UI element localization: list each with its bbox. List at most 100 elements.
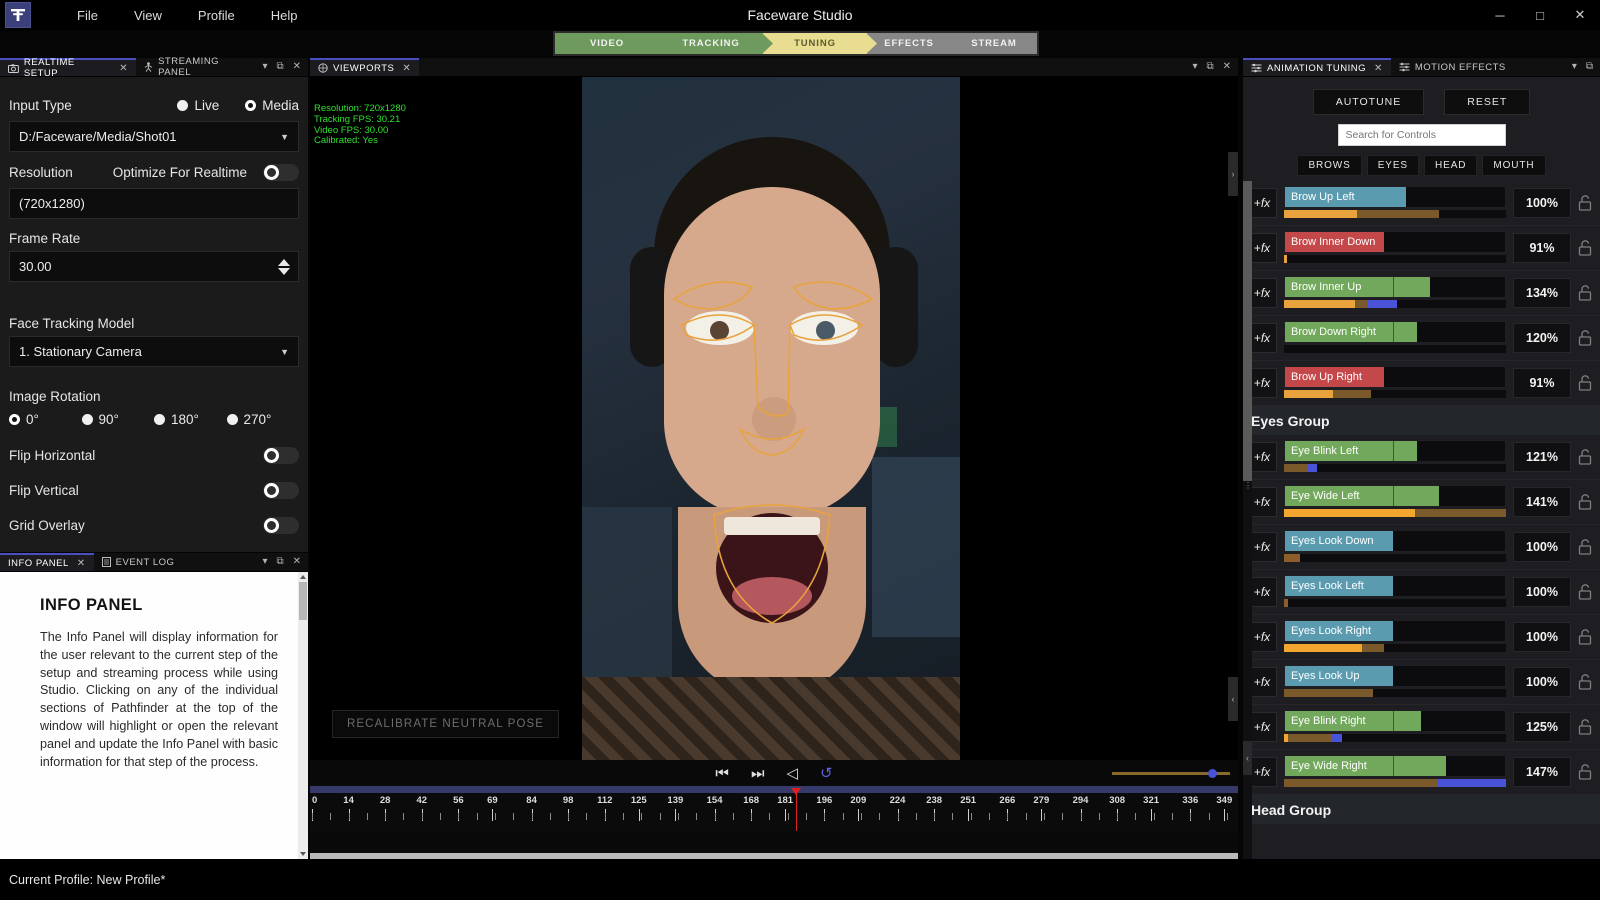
animation-control-row[interactable]: + fx Eye Blink Left 121% (1243, 435, 1600, 480)
control-percent-value[interactable]: 100% (1513, 622, 1571, 652)
play-backward-icon[interactable]: ◁ (786, 764, 798, 782)
tab-realtime-setup[interactable]: REALTIME SETUP ✕ (0, 57, 137, 79)
slider-track[interactable]: Eye Blink Right (1284, 709, 1506, 732)
panel-collapse-icon[interactable]: ‹ (1243, 741, 1252, 775)
slider-track[interactable]: Brow Inner Up (1284, 275, 1506, 298)
animation-control-row[interactable]: + fx Eyes Look Right 100% (1243, 615, 1600, 660)
input-type-live[interactable]: Live (177, 98, 219, 113)
tab-close-info-panel[interactable]: ✕ (77, 558, 86, 569)
slider-track[interactable]: Eye Wide Left (1284, 484, 1506, 507)
control-slider[interactable]: Eye Wide Right (1284, 754, 1506, 790)
animation-control-row[interactable]: + fx Eye Wide Right 147% (1243, 750, 1600, 795)
control-slider[interactable]: Brow Down Right (1284, 320, 1506, 356)
slider-track[interactable]: Eyes Look Left (1284, 574, 1506, 597)
timeline-ruler[interactable]: 0 14 28 42 56 69 84 98 112 125 139 154 168 181 196 209 2… (310, 786, 1238, 832)
viewport-collapse-right-icon[interactable]: › (1228, 152, 1238, 196)
animation-control-row[interactable]: + fx Eyes Look Up 100% (1243, 660, 1600, 705)
timeline-zoom-slider[interactable] (1112, 768, 1230, 778)
control-percent-value[interactable]: 100% (1513, 188, 1571, 218)
go-to-end-icon[interactable]: ⏭ (751, 765, 765, 782)
control-slider[interactable]: Eye Blink Right (1284, 709, 1506, 745)
lock-icon[interactable] (1578, 375, 1592, 391)
panel-float-icon[interactable]: ⧉ (1586, 62, 1593, 72)
optimize-for-realtime-toggle[interactable] (263, 163, 299, 181)
lock-icon[interactable] (1578, 764, 1592, 780)
animation-control-row[interactable]: + fx Brow Up Right 91% (1243, 361, 1600, 406)
slider-track[interactable]: Brow Up Left (1284, 185, 1506, 208)
search-controls-input[interactable] (1345, 129, 1498, 141)
tab-close-animation-tuning[interactable]: ✕ (1374, 63, 1383, 74)
control-percent-value[interactable]: 141% (1513, 487, 1571, 517)
zoom-slider-knob[interactable] (1207, 768, 1217, 778)
control-percent-value[interactable]: 120% (1513, 323, 1571, 353)
lock-icon[interactable] (1578, 330, 1592, 346)
slider-track[interactable]: Brow Down Right (1284, 320, 1506, 343)
animation-control-row[interactable]: + fx Brow Inner Down 91% (1243, 226, 1600, 271)
stepper-down-icon[interactable] (278, 267, 290, 275)
tab-event-log[interactable]: EVENT LOG (93, 553, 183, 571)
filter-head-button[interactable]: HEAD (1424, 155, 1478, 176)
control-percent-value[interactable]: 100% (1513, 532, 1571, 562)
timeline-playhead[interactable] (790, 788, 801, 831)
pathfinder-step-tracking[interactable]: TRACKING (659, 33, 773, 54)
reset-button[interactable]: RESET (1444, 89, 1531, 115)
control-percent-value[interactable]: 134% (1513, 278, 1571, 308)
media-path-dropdown[interactable]: D:/Faceware/Media/Shot01 ▼ (9, 121, 299, 152)
animation-control-row[interactable]: + fx Eyes Look Left 100% (1243, 570, 1600, 615)
animation-control-row[interactable]: + fx Brow Down Right 120% (1243, 316, 1600, 361)
animation-control-row[interactable]: + fx Eye Wide Left 141% (1243, 480, 1600, 525)
panel-float-icon[interactable]: ⧉ (1206, 62, 1213, 72)
image-rotation-0[interactable]: 0° (9, 412, 82, 427)
scroll-up-icon[interactable] (300, 575, 306, 579)
frame-rate-field[interactable]: 30.00 (9, 251, 299, 282)
animation-controls-list[interactable]: + fx Brow Up Left 100% + fx Brow Inner Down 91%… (1243, 181, 1600, 860)
pathfinder-step-tuning[interactable]: TUNING (763, 33, 877, 54)
tab-close-viewports[interactable]: ✕ (402, 63, 411, 74)
control-slider[interactable]: Eye Wide Left (1284, 484, 1506, 520)
tab-viewports[interactable]: VIEWPORTS ✕ (310, 58, 420, 76)
slider-track[interactable]: Eyes Look Up (1284, 664, 1506, 687)
control-slider[interactable]: Brow Inner Down (1284, 230, 1506, 266)
input-type-media[interactable]: Media (245, 98, 299, 113)
search-controls-wrap[interactable] (1337, 124, 1506, 146)
control-percent-value[interactable]: 125% (1513, 712, 1571, 742)
control-percent-value[interactable]: 91% (1513, 233, 1571, 263)
slider-track[interactable]: Eye Blink Left (1284, 439, 1506, 462)
slider-track[interactable]: Eyes Look Down (1284, 529, 1506, 552)
info-panel-scrollbar[interactable] (298, 572, 308, 859)
control-slider[interactable]: Eye Blink Left (1284, 439, 1506, 475)
panel-close-icon[interactable]: ✕ (1223, 62, 1231, 72)
viewport-canvas[interactable]: Resolution: 720x1280 Tracking FPS: 30.21… (310, 77, 1238, 760)
menu-file[interactable]: File (59, 4, 116, 27)
filter-mouth-button[interactable]: MOUTH (1482, 155, 1546, 176)
lock-icon[interactable] (1578, 719, 1592, 735)
scroll-grip-icon[interactable]: ⋮ (1244, 481, 1252, 490)
panel-menu-icon[interactable]: ▾ (262, 62, 267, 72)
animation-control-row[interactable]: + fx Brow Inner Up 134% (1243, 271, 1600, 316)
maximize-button[interactable]: □ (1520, 0, 1560, 30)
animation-controls-scrollbar[interactable]: ⋮ ‹ (1243, 181, 1252, 860)
control-percent-value[interactable]: 121% (1513, 442, 1571, 472)
scroll-thumb[interactable] (299, 582, 307, 620)
stepper-up-icon[interactable] (278, 258, 290, 266)
slider-track[interactable]: Brow Up Right (1284, 365, 1506, 388)
slider-track[interactable]: Eyes Look Right (1284, 619, 1506, 642)
lock-icon[interactable] (1578, 449, 1592, 465)
animation-control-row[interactable]: + fx Eyes Look Down 100% (1243, 525, 1600, 570)
scroll-thumb[interactable] (1243, 181, 1252, 481)
lock-icon[interactable] (1578, 539, 1592, 555)
control-slider[interactable]: Brow Up Right (1284, 365, 1506, 401)
close-button[interactable]: ✕ (1560, 0, 1600, 30)
loop-icon[interactable]: ↺ (820, 764, 833, 782)
panel-close-icon[interactable]: ✕ (293, 62, 301, 72)
lock-icon[interactable] (1578, 584, 1592, 600)
lock-icon[interactable] (1578, 195, 1592, 211)
slider-track[interactable]: Brow Inner Down (1284, 230, 1506, 253)
tab-info-panel[interactable]: INFO PANEL ✕ (0, 553, 94, 571)
recalibrate-neutral-pose-button[interactable]: RECALIBRATE NEUTRAL POSE (332, 710, 560, 738)
flip-vertical-toggle[interactable] (263, 481, 299, 499)
image-rotation-270[interactable]: 270° (226, 412, 300, 427)
minimize-button[interactable]: ─ (1480, 0, 1520, 30)
animation-control-row[interactable]: + fx Brow Up Left 100% (1243, 181, 1600, 226)
filter-brows-button[interactable]: BROWS (1297, 155, 1362, 176)
